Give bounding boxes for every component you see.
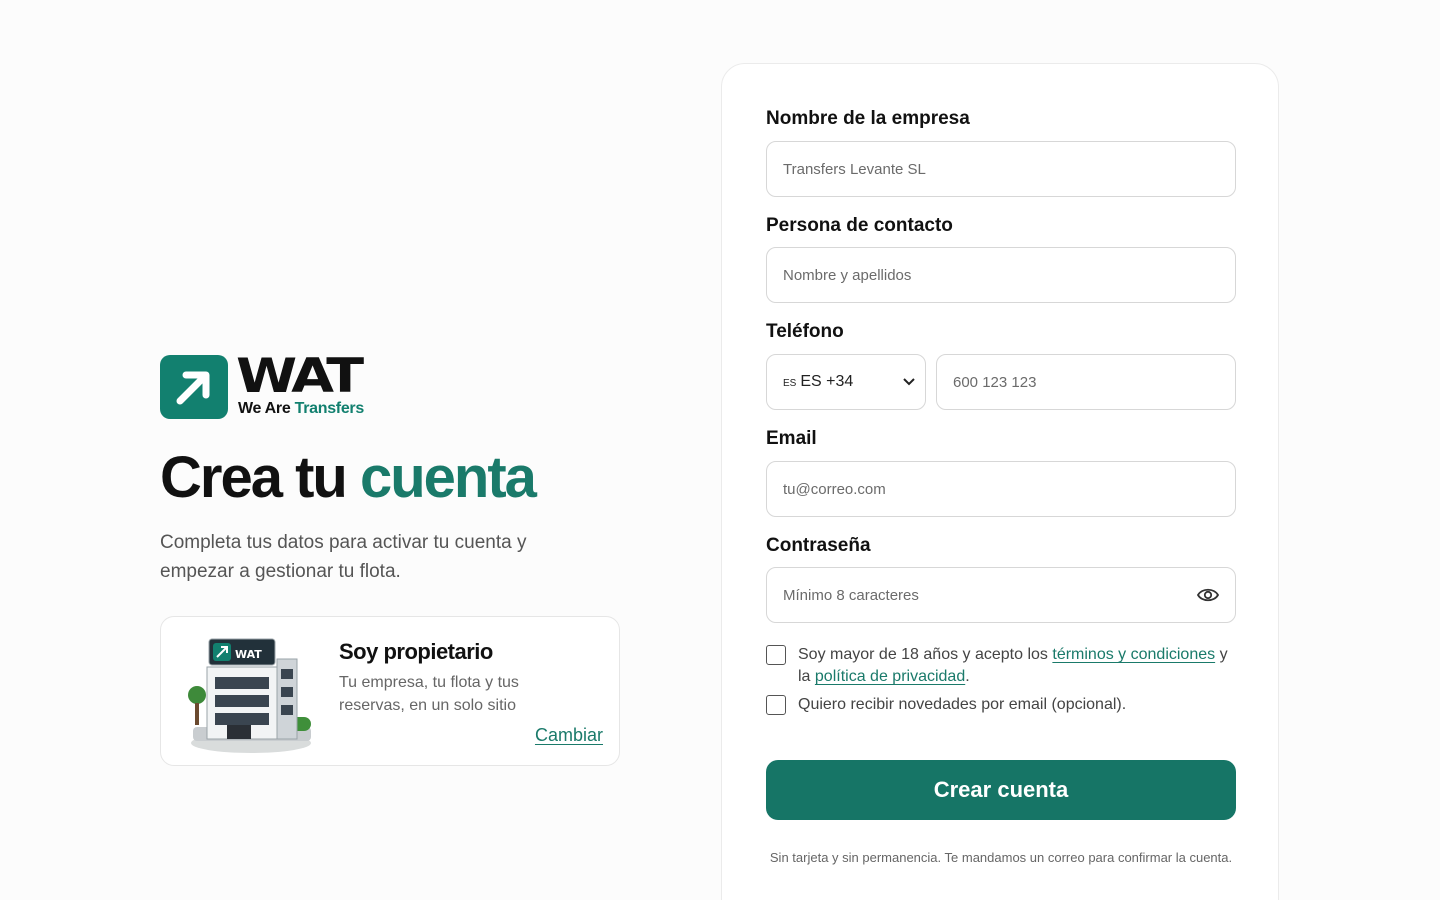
- password-input[interactable]: Mínimo 8 caracteres: [766, 567, 1236, 623]
- email-input[interactable]: tu@correo.com: [766, 461, 1236, 517]
- terms-text: Soy mayor de 18 años y acepto los términ…: [798, 646, 1228, 685]
- brand-logo: WAT We Are Transfers: [160, 349, 620, 420]
- arrow-up-right-icon: [160, 355, 228, 419]
- page-subtitle: Completa tus datos para activar tu cuent…: [160, 532, 527, 582]
- account-type-description: Tu empresa, tu flota y tus reservas, en …: [339, 674, 519, 714]
- email-placeholder: tu@correo.com: [783, 480, 886, 498]
- intro-section: WAT We Are Transfers Crea tu cuenta Comp…: [160, 349, 620, 766]
- terms-row: Soy mayor de 18 años y acepto los términ…: [766, 644, 1236, 688]
- eye-icon[interactable]: [1197, 586, 1219, 604]
- contact-name-placeholder: Nombre y apellidos: [783, 266, 912, 284]
- terms-checkbox[interactable]: [766, 645, 786, 665]
- phone-placeholder: 600 123 123: [953, 373, 1037, 391]
- account-type-card: WAT Soy propietario Tu empresa, tu flota…: [160, 616, 620, 766]
- country-flag: ES: [783, 378, 797, 389]
- create-account-button[interactable]: Crear cuenta: [766, 760, 1236, 820]
- company-name-input[interactable]: Transfers Levante SL: [766, 141, 1236, 197]
- newsletter-row: Quiero recibir novedades por email (opci…: [766, 694, 1236, 716]
- phone-label: Teléfono: [766, 321, 844, 342]
- phone-number-input[interactable]: 600 123 123: [936, 354, 1236, 410]
- password-label: Contraseña: [766, 535, 871, 556]
- footnote: Sin tarjeta y sin permanencia. Te mandam…: [769, 850, 1233, 865]
- password-placeholder: Mínimo 8 caracteres: [783, 586, 919, 604]
- country-code-value: ES +34: [800, 373, 854, 390]
- newsletter-text: Quiero recibir novedades por email (opci…: [798, 696, 1127, 713]
- change-account-type-link[interactable]: Cambiar: [535, 725, 603, 746]
- chevron-down-icon: [903, 378, 915, 386]
- company-name-placeholder: Transfers Levante SL: [783, 160, 926, 178]
- country-code-select[interactable]: ES ES +34: [766, 354, 926, 410]
- office-building-illustration: WAT: [188, 638, 311, 753]
- svg-text:WAT: WAT: [235, 648, 262, 661]
- email-label: Email: [766, 428, 817, 449]
- company-label: Nombre de la empresa: [766, 108, 970, 129]
- account-type-title: Soy propietario: [339, 639, 493, 664]
- contact-label: Persona de contacto: [766, 215, 953, 236]
- terms-link[interactable]: términos y condiciones: [1052, 646, 1215, 663]
- contact-name-input[interactable]: Nombre y apellidos: [766, 247, 1236, 303]
- brand-name: WAT: [236, 349, 364, 404]
- newsletter-checkbox[interactable]: [766, 695, 786, 715]
- signup-form: Nombre de la empresa Transfers Levante S…: [721, 63, 1279, 900]
- privacy-link[interactable]: política de privacidad: [815, 668, 965, 685]
- page-title: Crea tu cuenta: [160, 445, 537, 510]
